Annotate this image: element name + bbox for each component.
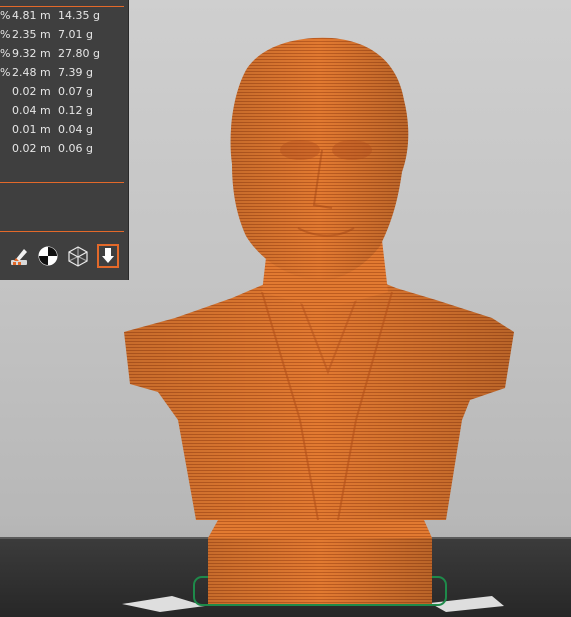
panel-divider [0, 6, 124, 7]
percent-cell: % [0, 28, 11, 41]
export-arrow-icon[interactable] [97, 244, 119, 268]
paint-brush-icon[interactable] [8, 244, 30, 268]
stats-row: % 2.35 m 7.01 g [0, 28, 128, 44]
stats-row: 0.04 m 0.12 g [0, 104, 128, 120]
percent-cell: % [0, 66, 11, 79]
length-cell: 4.81 m [12, 9, 51, 22]
weight-cell: 0.12 g [58, 104, 93, 117]
weight-cell: 14.35 g [58, 9, 100, 22]
panel-divider [0, 231, 124, 232]
stats-row: 0.02 m 0.06 g [0, 142, 128, 158]
length-cell: 2.35 m [12, 28, 51, 41]
slice-stats-panel: % 4.81 m 14.35 g % 2.35 m 7.01 g % 9.32 … [0, 0, 129, 280]
wireframe-cube-icon[interactable] [67, 244, 89, 268]
stats-row: % 2.48 m 7.39 g [0, 66, 128, 82]
view-toolbar [8, 244, 126, 270]
weight-cell: 0.04 g [58, 123, 93, 136]
length-cell: 2.48 m [12, 66, 51, 79]
weight-cell: 27.80 g [58, 47, 100, 60]
stats-row: 0.02 m 0.07 g [0, 85, 128, 101]
panel-divider [0, 182, 124, 183]
percent-cell: % [0, 9, 11, 22]
weight-cell: 0.07 g [58, 85, 93, 98]
length-cell: 0.02 m [12, 142, 51, 155]
length-cell: 9.32 m [12, 47, 51, 60]
weight-cell: 0.06 g [58, 142, 93, 155]
length-cell: 0.04 m [12, 104, 51, 117]
stats-row: % 4.81 m 14.35 g [0, 9, 128, 25]
weight-cell: 7.39 g [58, 66, 93, 79]
bed-marking [122, 596, 205, 612]
weight-cell: 7.01 g [58, 28, 93, 41]
contrast-circle-icon[interactable] [37, 244, 59, 268]
length-cell: 0.01 m [12, 123, 51, 136]
stats-row: % 9.32 m 27.80 g [0, 47, 128, 63]
stats-row: 0.01 m 0.04 g [0, 123, 128, 139]
length-cell: 0.02 m [12, 85, 51, 98]
percent-cell: % [0, 47, 11, 60]
